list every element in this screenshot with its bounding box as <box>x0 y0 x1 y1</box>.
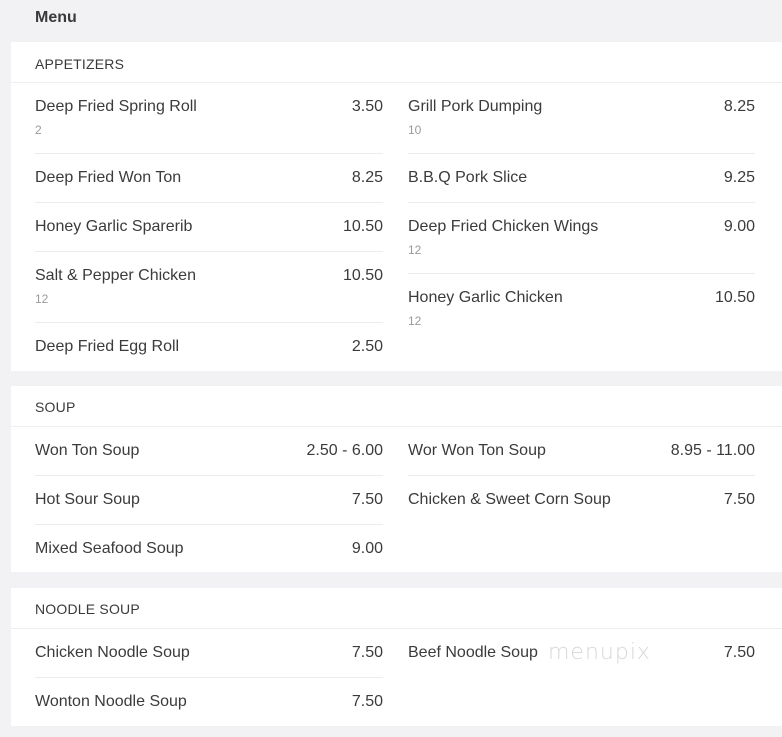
menu-item[interactable]: Deep Fried Egg Roll 2.50 <box>35 338 383 362</box>
menu-header: Menu <box>0 0 782 42</box>
item-name: Won Ton Soup <box>35 442 140 459</box>
item-name: Honey Garlic Sparerib <box>35 218 193 235</box>
watermark-logo: menupix <box>548 640 651 665</box>
divider <box>35 677 383 678</box>
menu-item[interactable]: Mixed Seafood Soup 9.00 <box>35 540 383 564</box>
item-price: 3.50 <box>351 98 383 115</box>
divider <box>35 251 383 252</box>
item-note: 10 <box>408 123 422 137</box>
item-price: 10.50 <box>342 218 383 235</box>
item-price: 7.50 <box>723 491 755 508</box>
item-name: Salt & Pepper Chicken <box>35 267 196 284</box>
page-title: Menu <box>35 9 77 26</box>
menu-item[interactable]: Salt & Pepper Chicken 10.50 12 <box>35 267 383 315</box>
item-price: 8.95 - 11.00 <box>670 442 755 459</box>
menu-item[interactable]: Wonton Noodle Soup 7.50 <box>35 693 383 717</box>
item-name: Chicken & Sweet Corn Soup <box>408 491 611 508</box>
divider <box>11 628 782 629</box>
item-price: 9.00 <box>351 540 383 557</box>
item-name: B.B.Q Pork Slice <box>408 169 528 186</box>
item-name: Chicken Noodle Soup <box>35 644 190 661</box>
item-note: 12 <box>408 243 422 257</box>
item-price: 9.00 <box>723 218 755 235</box>
item-name: Grill Pork Dumping <box>408 98 543 115</box>
divider <box>35 524 383 525</box>
item-name: Deep Fried Chicken Wings <box>408 218 599 235</box>
item-price: 2.50 - 6.00 <box>306 442 384 459</box>
section-heading: SOUP <box>35 399 76 415</box>
section-noodle-soup: NOODLE SOUP Chicken Noodle Soup 7.50 Won… <box>11 588 782 726</box>
divider <box>35 153 383 154</box>
section-heading: NOODLE SOUP <box>35 601 140 617</box>
divider <box>11 426 782 427</box>
item-name: Deep Fried Spring Roll <box>35 98 197 115</box>
menu-item[interactable]: Deep Fried Won Ton 8.25 <box>35 169 383 193</box>
divider <box>11 82 782 83</box>
item-name: Wonton Noodle Soup <box>35 693 187 710</box>
menu-item[interactable]: Hot Sour Soup 7.50 <box>35 491 383 515</box>
menu-item[interactable]: B.B.Q Pork Slice 9.25 <box>408 169 755 193</box>
section-appetizers: APPETIZERS Deep Fried Spring Roll 3.50 2… <box>11 42 782 371</box>
menu-item[interactable]: Grill Pork Dumping 8.25 10 <box>408 98 755 146</box>
menu-item[interactable]: Deep Fried Chicken Wings 9.00 12 <box>408 218 755 266</box>
item-name: Hot Sour Soup <box>35 491 140 508</box>
menu-item[interactable]: Chicken Noodle Soup 7.50 <box>35 644 383 668</box>
item-name: Wor Won Ton Soup <box>408 442 546 459</box>
item-price: 7.50 <box>351 491 383 508</box>
item-price: 9.25 <box>723 169 755 186</box>
divider <box>35 322 383 323</box>
divider <box>35 475 383 476</box>
item-name: Deep Fried Egg Roll <box>35 338 180 355</box>
menu-item[interactable]: Deep Fried Spring Roll 3.50 2 <box>35 98 383 146</box>
item-price: 7.50 <box>351 644 383 661</box>
item-name: Honey Garlic Chicken <box>408 289 563 306</box>
section-heading: APPETIZERS <box>35 56 125 72</box>
menu-item[interactable]: Honey Garlic Sparerib 10.50 <box>35 218 383 242</box>
divider <box>408 153 755 154</box>
divider <box>35 202 383 203</box>
item-note: 12 <box>35 292 49 306</box>
divider <box>408 202 755 203</box>
item-name: Mixed Seafood Soup <box>35 540 184 557</box>
item-price: 8.25 <box>351 169 383 186</box>
menu-item[interactable]: Chicken & Sweet Corn Soup 7.50 <box>408 491 755 515</box>
divider <box>408 273 755 274</box>
menu-item[interactable]: Won Ton Soup 2.50 - 6.00 <box>35 442 383 466</box>
item-name: Beef Noodle Soup <box>408 644 538 661</box>
menu-item[interactable]: Wor Won Ton Soup 8.95 - 11.00 <box>408 442 755 466</box>
section-soup: SOUP Won Ton Soup 2.50 - 6.00 Hot Sour S… <box>11 386 782 572</box>
item-price: 7.50 <box>723 644 755 661</box>
item-note: 2 <box>35 123 42 137</box>
item-price: 2.50 <box>351 338 383 355</box>
item-price: 10.50 <box>342 267 383 284</box>
item-name: Deep Fried Won Ton <box>35 169 182 186</box>
item-price: 10.50 <box>714 289 755 306</box>
item-price: 8.25 <box>723 98 755 115</box>
divider <box>408 475 755 476</box>
item-price: 7.50 <box>351 693 383 710</box>
menu-item[interactable]: Honey Garlic Chicken 10.50 12 <box>408 289 755 337</box>
item-note: 12 <box>408 314 422 328</box>
